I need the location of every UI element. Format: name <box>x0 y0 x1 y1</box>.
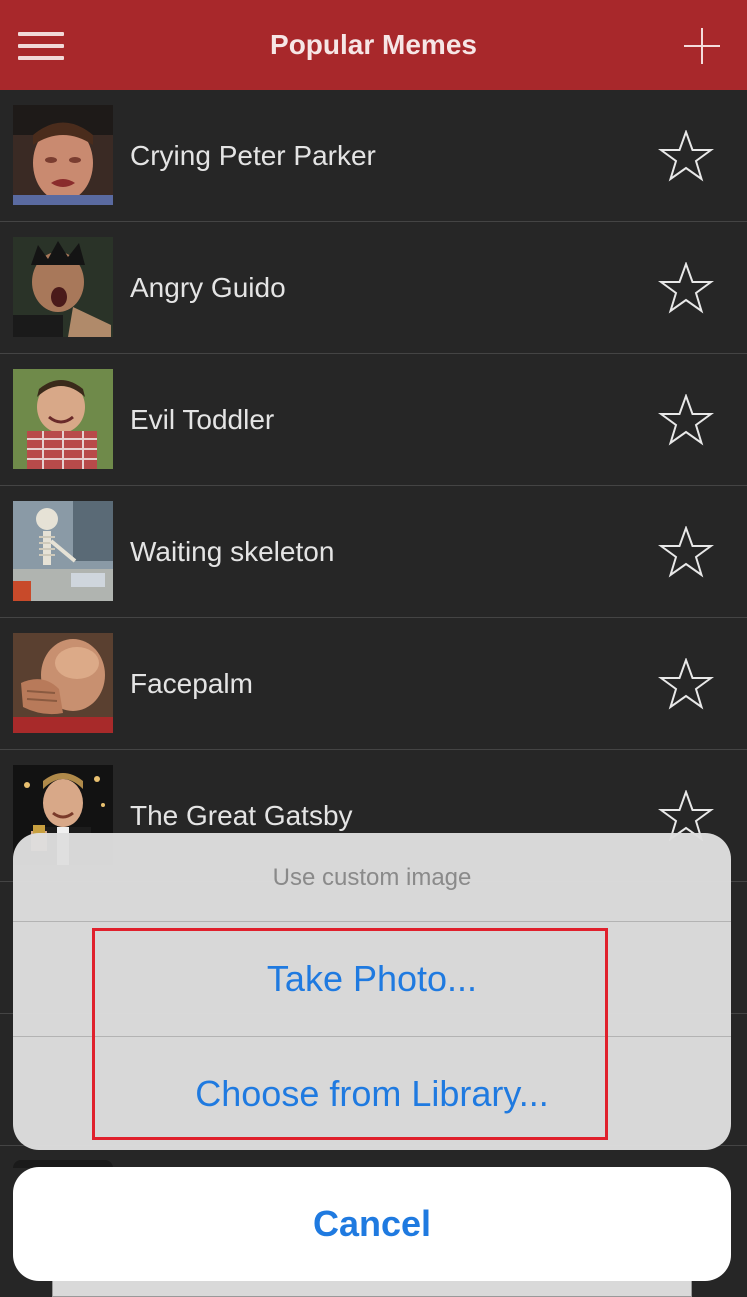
list-item[interactable]: Angry Guido <box>0 222 747 354</box>
list-item[interactable]: Waiting skeleton <box>0 486 747 618</box>
bottom-bar <box>52 1280 692 1297</box>
take-photo-button[interactable]: Take Photo... <box>13 922 731 1036</box>
cancel-button[interactable]: Cancel <box>13 1167 731 1281</box>
list-item-label: Angry Guido <box>130 272 286 303</box>
star-icon[interactable] <box>658 394 714 446</box>
star-icon[interactable] <box>658 658 714 710</box>
list-item-label: Evil Toddler <box>130 404 275 435</box>
evil-toddler-thumbnail <box>13 369 113 469</box>
star-icon[interactable] <box>658 130 714 182</box>
app-screen: Popular Memes Crying Peter Parker Angry … <box>0 0 747 1297</box>
list-item[interactable]: Facepalm <box>0 618 747 750</box>
list-item[interactable]: Crying Peter Parker <box>0 90 747 222</box>
action-sheet: Use custom image Take Photo... Choose fr… <box>13 833 731 1150</box>
page-title: Popular Memes <box>270 29 477 60</box>
list-item-label: Facepalm <box>130 668 253 699</box>
plus-icon[interactable] <box>684 28 720 64</box>
waiting-skeleton-thumbnail <box>13 501 113 601</box>
navigation-bar: Popular Memes <box>0 0 747 90</box>
angry-guido-thumbnail <box>13 237 113 337</box>
star-icon[interactable] <box>658 262 714 314</box>
choose-from-library-button[interactable]: Choose from Library... <box>13 1037 731 1150</box>
list-item-label: Crying Peter Parker <box>130 140 376 171</box>
list-item[interactable]: Evil Toddler <box>0 354 747 486</box>
star-icon[interactable] <box>658 526 714 578</box>
list-item-label: Waiting skeleton <box>130 536 335 567</box>
action-sheet-title: Use custom image <box>272 864 472 891</box>
facepalm-thumbnail <box>13 633 113 733</box>
crying-peter-parker-thumbnail <box>13 105 113 205</box>
